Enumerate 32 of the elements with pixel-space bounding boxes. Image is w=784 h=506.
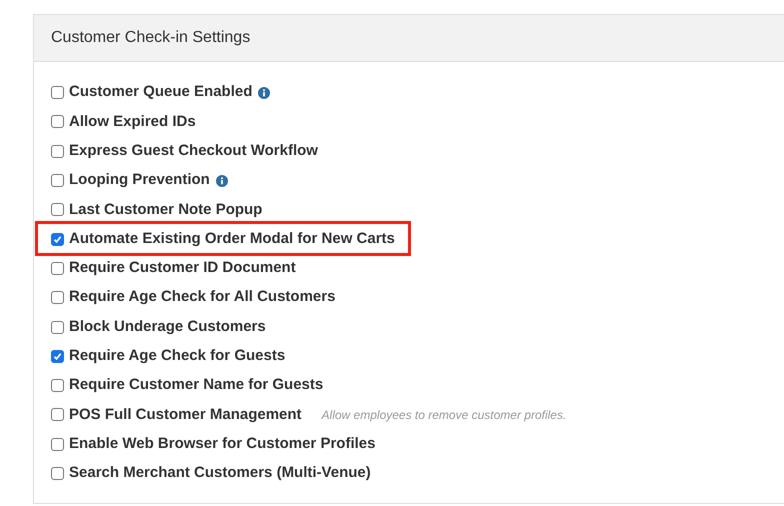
setting-hint: Allow employees to remove customer profiles. <box>322 406 566 424</box>
setting-label: Customer Queue Enabled <box>69 82 252 102</box>
setting-label: Enable Web Browser for Customer Profiles <box>69 434 376 454</box>
setting-label: Automate Existing Order Modal for New Carts <box>69 228 395 249</box>
setting-label: Require Customer ID Document <box>69 258 296 278</box>
info-icon[interactable] <box>216 174 228 187</box>
checkbox[interactable] <box>51 115 64 128</box>
info-icon[interactable] <box>258 86 270 99</box>
checkbox[interactable] <box>51 203 64 216</box>
checkbox[interactable] <box>51 350 64 363</box>
setting-label: Require Customer Name for Guests <box>69 375 324 396</box>
checkbox[interactable] <box>51 174 64 188</box>
checkbox[interactable] <box>51 86 64 100</box>
checkbox[interactable] <box>51 467 64 480</box>
checkbox[interactable] <box>51 408 64 422</box>
setting-label: Search Merchant Customers (Multi-Venue) <box>69 463 371 484</box>
setting-label: Allow Expired IDs <box>69 112 196 132</box>
setting-label: POS Full Customer Management <box>69 404 302 425</box>
checkbox[interactable] <box>51 291 64 304</box>
setting-label: Last Customer Note Popup <box>69 200 262 220</box>
panel-title: Customer Check-in Settings <box>51 28 250 48</box>
setting-label: Express Guest Checkout Workflow <box>69 140 318 161</box>
setting-label: Looping Prevention <box>69 170 210 190</box>
setting-label: Block Underage Customers <box>69 316 266 337</box>
setting-label: Require Age Check for All Customers <box>69 287 336 308</box>
checkbox[interactable] <box>51 320 64 334</box>
checkbox[interactable] <box>51 262 64 275</box>
checkbox[interactable] <box>51 232 64 246</box>
checkbox[interactable] <box>51 144 64 158</box>
checkbox[interactable] <box>51 379 64 392</box>
setting-label: Require Age Check for Guests <box>69 346 286 366</box>
checkbox[interactable] <box>51 438 64 451</box>
